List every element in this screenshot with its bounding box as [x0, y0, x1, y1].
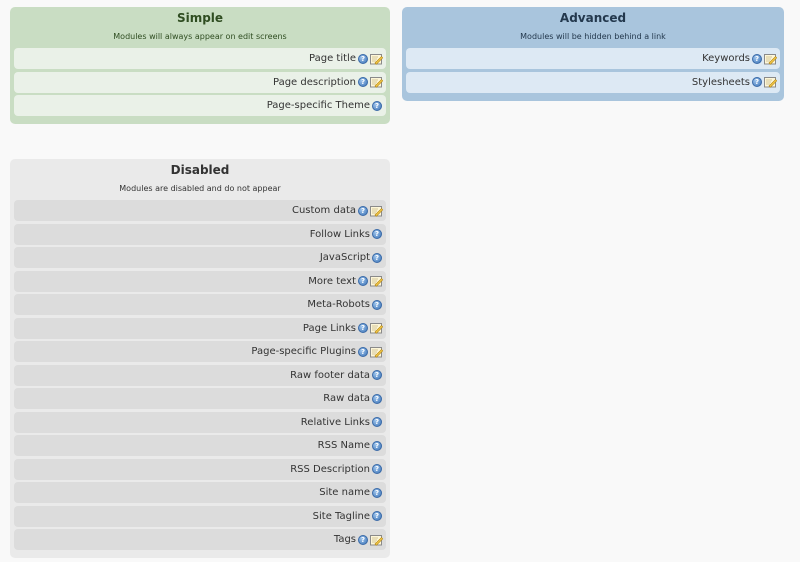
module-item-label: Site name [319, 487, 370, 498]
module-item-label: Page description [273, 76, 356, 88]
module-item-label: Relative Links [300, 416, 370, 428]
module-item[interactable]: Page-specific Theme? [14, 95, 386, 116]
module-item[interactable]: Meta-Robots? [14, 294, 386, 315]
module-item[interactable]: Relative Links? [14, 411, 386, 433]
help-icon[interactable]: ? [358, 205, 368, 216]
module-item-label: Meta-Robots [307, 299, 370, 310]
module-item-label: JavaScript [319, 252, 370, 263]
edit-icon[interactable] [370, 76, 383, 88]
advanced-box-title: Advanced [559, 11, 627, 25]
simple-modules-box: Simple Modules will always appear on edi… [10, 7, 390, 124]
edit-icon[interactable] [370, 322, 383, 334]
help-icon[interactable]: ? [372, 511, 382, 521]
module-item-label: RSS Name [317, 440, 370, 451]
module-item[interactable]: Page description? [14, 71, 386, 93]
help-icon[interactable]: ? [372, 464, 382, 474]
module-item[interactable]: Page title? [14, 48, 386, 69]
advanced-box-description: Modules will be hidden behind a link [520, 32, 666, 41]
advanced-modules-box: Advanced Modules will be hidden behind a… [402, 7, 784, 101]
module-item[interactable]: JavaScript? [14, 247, 386, 268]
module-item-label: Page-specific Plugins [251, 346, 356, 357]
simple-module-list: Page title? Page description? Page-specifi… [14, 48, 386, 116]
help-icon[interactable]: ? [372, 252, 382, 263]
disabled-module-list: Custom data? Follow Links? JavaScript? More… [14, 200, 386, 550]
module-item-label: Follow Links [309, 228, 370, 240]
simple-box-description: Modules will always appear on edit scree… [113, 32, 287, 41]
module-item[interactable]: Raw footer data? [14, 364, 386, 386]
module-item[interactable]: Page Links? [14, 317, 386, 339]
module-item-label: Custom data [291, 205, 356, 216]
module-item-label: Tags [333, 534, 356, 545]
module-item[interactable]: Keywords? [406, 48, 780, 69]
edit-icon[interactable] [764, 53, 777, 65]
edit-icon[interactable] [370, 205, 383, 217]
module-item[interactable]: RSS Name? [14, 435, 386, 456]
help-icon[interactable]: ? [358, 323, 368, 333]
module-item-label: Page title [309, 53, 356, 64]
help-icon[interactable]: ? [372, 440, 382, 451]
disabled-modules-box: Disabled Modules are disabled and do not… [10, 159, 390, 558]
help-icon[interactable]: ? [752, 77, 762, 87]
help-icon[interactable]: ? [372, 370, 382, 380]
module-item[interactable]: Site name? [14, 482, 386, 503]
disabled-box-description: Modules are disabled and do not appear [119, 184, 281, 193]
help-icon[interactable]: ? [372, 393, 382, 404]
module-item-label: RSS Description [290, 463, 370, 475]
help-icon[interactable]: ? [358, 346, 368, 357]
help-icon[interactable]: ? [372, 100, 382, 111]
edit-icon[interactable] [370, 346, 383, 358]
module-item[interactable]: Follow Links? [14, 223, 386, 245]
module-item[interactable]: Tags? [14, 529, 386, 550]
module-item-label: Raw data [323, 393, 370, 404]
simple-box-title: Simple [176, 11, 224, 25]
help-icon[interactable]: ? [358, 276, 368, 286]
module-item[interactable]: Stylesheets? [406, 71, 780, 93]
module-item-label: Page-specific Theme [266, 100, 370, 111]
edit-icon[interactable] [764, 76, 777, 88]
module-item[interactable]: Page-specific Plugins? [14, 341, 386, 362]
module-item[interactable]: Custom data? [14, 200, 386, 221]
module-item[interactable]: Raw data? [14, 388, 386, 409]
module-item-label: Page Links [302, 322, 356, 334]
module-item-label: Raw footer data [290, 369, 370, 381]
edit-icon[interactable] [370, 534, 383, 546]
module-item-label: Stylesheets [691, 76, 750, 88]
help-icon[interactable]: ? [372, 299, 382, 310]
module-item-label: Site Tagline [312, 510, 370, 522]
help-icon[interactable]: ? [752, 53, 762, 64]
disabled-box-title: Disabled [170, 163, 230, 177]
module-item[interactable]: RSS Description? [14, 458, 386, 480]
edit-icon[interactable] [370, 53, 383, 65]
module-item-label: Keywords [702, 53, 750, 64]
help-icon[interactable]: ? [372, 487, 382, 498]
module-item[interactable]: More text? [14, 270, 386, 292]
help-icon[interactable]: ? [372, 417, 382, 427]
help-icon[interactable]: ? [358, 77, 368, 87]
module-item[interactable]: Site Tagline? [14, 505, 386, 527]
help-icon[interactable]: ? [372, 229, 382, 239]
module-item-label: More text [308, 275, 356, 287]
edit-icon[interactable] [370, 275, 383, 287]
help-icon[interactable]: ? [358, 53, 368, 64]
help-icon[interactable]: ? [358, 534, 368, 545]
advanced-module-list: Keywords? Stylesheets? [406, 48, 780, 93]
